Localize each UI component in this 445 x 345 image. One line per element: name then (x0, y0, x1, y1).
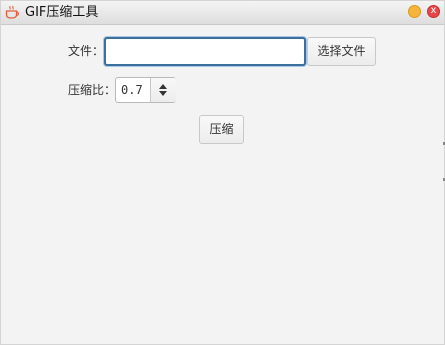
spinner-up-icon[interactable] (159, 84, 167, 89)
coffee-cup-icon (5, 5, 19, 19)
file-label: 文件： (68, 44, 105, 58)
close-icon: x (430, 5, 437, 16)
window-title: GIF压缩工具 (25, 5, 99, 20)
compression-ratio-label: 压缩比： (68, 83, 117, 97)
close-button[interactable]: x (427, 5, 440, 18)
spinner-arrows[interactable] (150, 78, 176, 102)
title-bar[interactable]: GIF压缩工具 x (1, 1, 444, 25)
minimize-button[interactable] (408, 5, 421, 18)
app-window: GIF压缩工具 x 文件： 选择文件 压缩比： 0.7 压缩 (0, 0, 445, 345)
compression-ratio-value[interactable]: 0.7 (121, 83, 143, 97)
file-path-input[interactable] (104, 37, 306, 66)
choose-file-button[interactable]: 选择文件 (307, 37, 376, 66)
spinner-down-icon[interactable] (159, 91, 167, 96)
compress-button[interactable]: 压缩 (199, 115, 244, 144)
compression-ratio-spinner[interactable]: 0.7 (115, 77, 176, 103)
